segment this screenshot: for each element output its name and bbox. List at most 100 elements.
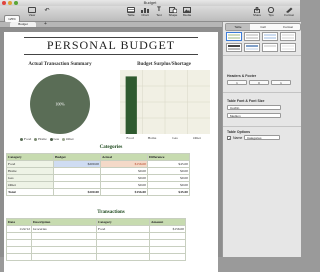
pie-legend: Food Home Gas Other xyxy=(18,137,74,141)
header-columns-stepper[interactable]: 0 xyxy=(249,80,269,85)
table-cell[interactable] xyxy=(96,253,150,261)
header-cell[interactable]: Description xyxy=(31,218,97,226)
table-style-swatch[interactable] xyxy=(262,32,278,41)
table-cell[interactable] xyxy=(31,232,97,240)
header-cell[interactable]: Budget xyxy=(53,153,101,161)
tips-button[interactable]: Tips xyxy=(264,7,278,20)
bar-chart[interactable] xyxy=(120,70,210,134)
table-cell[interactable]: $0.00 xyxy=(147,174,190,182)
table-style-swatch[interactable] xyxy=(280,43,296,52)
table-cell[interactable]: $156.00 xyxy=(149,225,186,233)
table-cell[interactable]: $200.00 xyxy=(53,188,101,196)
table-cell[interactable] xyxy=(6,253,32,261)
sheet-tab-budget[interactable]: Budget xyxy=(10,22,36,27)
bar-food[interactable] xyxy=(125,76,137,134)
table-cell[interactable] xyxy=(53,174,101,182)
table-row xyxy=(6,239,186,247)
view-button[interactable]: View xyxy=(25,7,39,20)
font-family-select[interactable]: Cochin xyxy=(227,105,281,110)
table-cell[interactable] xyxy=(96,232,150,240)
table-cell[interactable]: $156.00 xyxy=(100,188,148,196)
table-style-swatch[interactable] xyxy=(244,43,260,52)
header-cell[interactable]: Difference xyxy=(147,153,190,161)
table-cell[interactable]: Home xyxy=(6,167,54,175)
header-cell[interactable]: Actual xyxy=(100,153,148,161)
categories-table[interactable]: Category Budget Actual Difference Food $… xyxy=(6,153,190,196)
share-button[interactable]: Share xyxy=(250,7,264,20)
name-checkbox[interactable]: ✓ xyxy=(227,136,231,141)
table-style-swatch[interactable] xyxy=(244,32,260,41)
transactions-table-title: Transactions xyxy=(97,210,125,215)
header-cell[interactable]: Category xyxy=(96,218,150,226)
table-cell[interactable]: $0.00 xyxy=(100,167,148,175)
table-cell[interactable]: $0.00 xyxy=(147,181,190,189)
table-cell[interactable] xyxy=(6,246,32,254)
table-style-swatch[interactable] xyxy=(262,43,278,52)
table-cell[interactable] xyxy=(149,239,186,247)
transactions-table[interactable]: Date Description Category Amount 1/22/12… xyxy=(6,218,186,261)
header-cell[interactable]: Category xyxy=(6,153,54,161)
shape-button[interactable]: Shape xyxy=(166,7,180,20)
header-cell[interactable]: Date xyxy=(6,218,32,226)
table-cell[interactable] xyxy=(31,239,97,247)
table-cell[interactable] xyxy=(31,246,97,254)
table-cell[interactable] xyxy=(6,232,32,240)
table-style-swatch[interactable] xyxy=(280,32,296,41)
table-button[interactable]: Table xyxy=(124,7,138,20)
table-cell[interactable]: $0.00 xyxy=(100,174,148,182)
inspector-divider xyxy=(223,126,301,127)
table-cell[interactable] xyxy=(6,239,32,247)
media-button[interactable]: Media xyxy=(180,7,194,20)
table-cell[interactable]: $200.00 xyxy=(53,160,101,168)
table-cell[interactable] xyxy=(149,253,186,261)
format-button[interactable]: Format xyxy=(280,7,298,20)
table-row: Home $0.00 $0.00 xyxy=(6,167,190,175)
table-style-swatch[interactable] xyxy=(226,32,242,41)
inspector-tab-table[interactable]: Table xyxy=(226,24,250,30)
table-cell[interactable] xyxy=(53,167,101,175)
footer-rows-stepper[interactable]: 1 xyxy=(271,80,291,85)
pie-chart[interactable]: 100% xyxy=(10,70,110,136)
header-rows-stepper[interactable]: 1 xyxy=(227,80,247,85)
table-cell[interactable]: $0.00 xyxy=(100,181,148,189)
inspector-tab-format[interactable]: Format xyxy=(276,24,300,30)
table-cell[interactable] xyxy=(53,181,101,189)
table-cell[interactable]: 1/22/12 xyxy=(6,225,32,233)
bar-x-label-home: Home xyxy=(147,136,157,140)
categories-table-title: Categories xyxy=(99,145,123,150)
toolbar: 125% View ↶ Table Chart T Text Shape Med… xyxy=(0,6,300,23)
table-cell[interactable]: $45.00 xyxy=(147,188,190,196)
add-sheet-icon[interactable]: + xyxy=(44,21,47,27)
table-cell[interactable] xyxy=(149,246,186,254)
table-cell[interactable]: Food xyxy=(96,225,150,233)
table-cell[interactable]: Gas xyxy=(6,174,54,182)
legend-dot-food xyxy=(20,137,23,141)
inspector-tab-bar: Table Cell Format xyxy=(225,23,301,31)
table-cell[interactable] xyxy=(31,253,97,261)
table-options-label: Table Options xyxy=(227,130,251,134)
table-cell[interactable]: Total xyxy=(6,188,54,196)
table-name-field[interactable]: Categories xyxy=(244,135,280,140)
text-button[interactable]: T Text xyxy=(152,7,166,20)
sheet-canvas[interactable]: PERSONAL BUDGET Actual Transaction Summa… xyxy=(0,28,222,272)
inspector-tab-cell[interactable]: Cell xyxy=(251,24,275,30)
chart-button[interactable]: Chart xyxy=(138,7,152,20)
bar-x-label-gas: Gas xyxy=(172,136,178,140)
table-cell[interactable] xyxy=(96,239,150,247)
table-cell[interactable] xyxy=(149,232,186,240)
numbers-window: Budget 125% View ↶ Table Chart T Text Sh… xyxy=(0,0,301,272)
header-cell[interactable]: Amount xyxy=(149,218,186,226)
format-inspector: Table Cell Format Headers & Footer 1 0 1… xyxy=(222,22,301,257)
bar-x-label-food: Food xyxy=(126,136,134,140)
table-cell[interactable]: Food xyxy=(6,160,54,168)
table-cell[interactable]: $156.00 xyxy=(100,160,148,168)
undo-button[interactable]: ↶ xyxy=(40,7,54,20)
table-cell[interactable]: $45.00 xyxy=(147,160,190,168)
font-style-select[interactable]: Medium xyxy=(227,113,281,118)
table-cell[interactable] xyxy=(96,246,150,254)
table-cell[interactable]: Other xyxy=(6,181,54,189)
table-cell[interactable]: Groceries xyxy=(31,225,97,233)
legend-dot-home xyxy=(34,137,38,141)
table-style-swatch[interactable] xyxy=(226,43,242,52)
table-cell[interactable]: $0.00 xyxy=(147,167,190,175)
